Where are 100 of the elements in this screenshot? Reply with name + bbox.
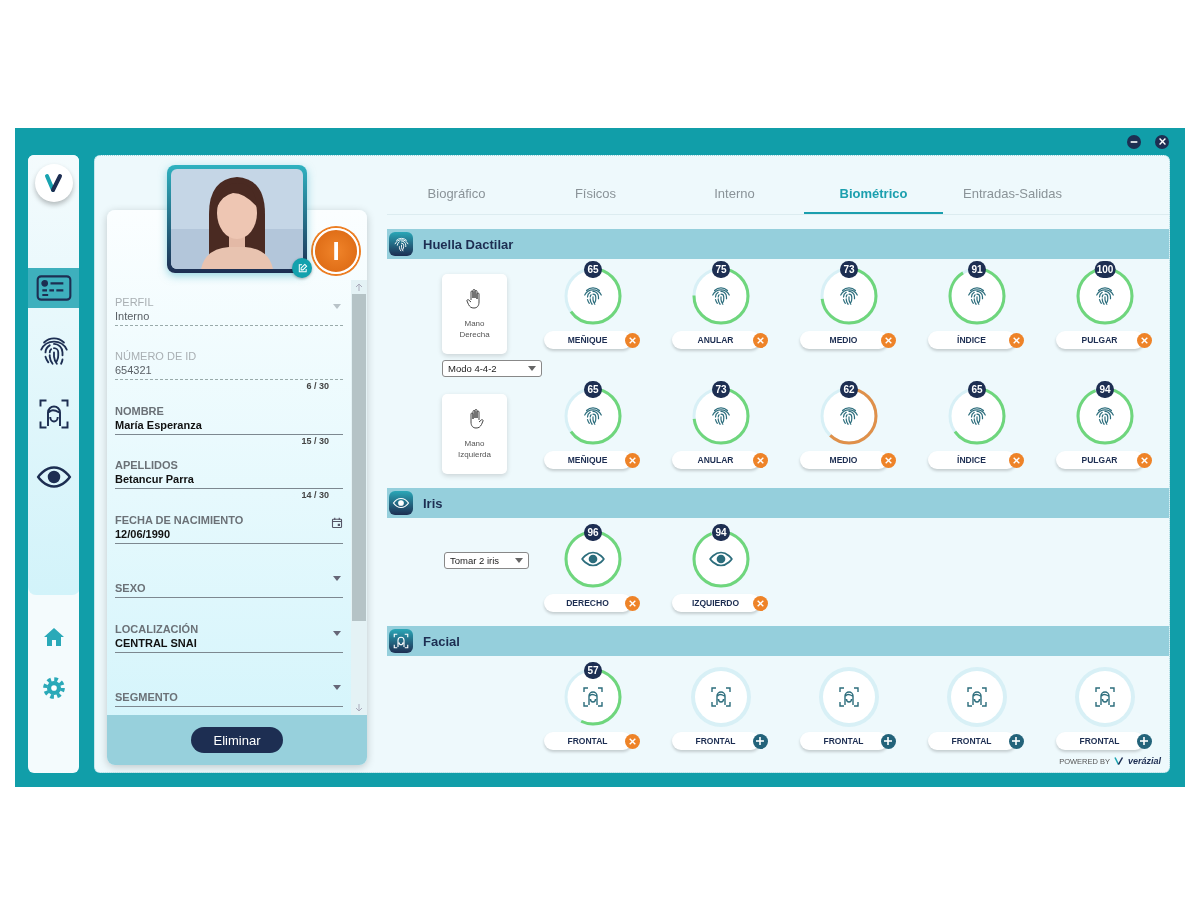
- iris-select[interactable]: Tomar 2 iris: [444, 551, 529, 569]
- close-icon: [628, 336, 636, 344]
- field-label: SEGMENTO: [115, 690, 179, 704]
- score-badge: 65: [584, 381, 602, 398]
- hand-card[interactable]: Mano Izquierda: [442, 394, 507, 474]
- fingerprint-icon: [838, 405, 860, 427]
- select-field[interactable]: SEXO: [115, 576, 343, 598]
- close-icon: [1140, 336, 1148, 344]
- score-badge: 65: [584, 261, 602, 278]
- close-icon: [756, 336, 764, 344]
- score-badge: 94: [1096, 381, 1114, 398]
- brand-logo-icon: [1112, 755, 1125, 767]
- select-field[interactable]: LOCALIZACIÓN CENTRAL SNAI: [115, 621, 343, 653]
- character-counter: 15 / 30: [301, 434, 329, 448]
- fingerprint-icon: [582, 405, 604, 427]
- character-counter: 6 / 30: [306, 380, 329, 393]
- score-badge: 73: [712, 381, 730, 398]
- close-icon: [756, 456, 764, 464]
- text-field[interactable]: APELLIDOS Betancur Parra: [115, 458, 343, 489]
- brand-name: verázial: [1127, 756, 1161, 766]
- fingerprint-icon: [710, 405, 732, 427]
- section-header: Facial: [387, 626, 1169, 656]
- score-badge: 65: [968, 381, 986, 398]
- character-counter: 14 / 30: [301, 489, 329, 502]
- field-label: PERFIL: [115, 294, 155, 309]
- field-value: Interno: [115, 308, 151, 323]
- score-badge: 62: [840, 381, 858, 398]
- fingerprint-icon: [1094, 285, 1116, 307]
- field-label: NOMBRE: [115, 403, 165, 418]
- section-header: Iris: [387, 488, 1169, 518]
- score-badge: 91: [968, 261, 986, 278]
- status-badge: I: [313, 228, 359, 274]
- close-icon: [1012, 336, 1020, 344]
- minimize-button[interactable]: [1127, 134, 1141, 149]
- field-value: María Esperanza: [115, 417, 203, 432]
- field-label: LOCALIZACIÓN: [115, 621, 200, 636]
- close-icon: [884, 336, 892, 344]
- score-badge: 73: [840, 261, 858, 278]
- delete-button[interactable]: Eliminar: [191, 727, 283, 753]
- face-scan-icon: [965, 685, 989, 709]
- face-scan-icon: [709, 685, 733, 709]
- field-label: NÚMERO DE ID: [115, 349, 198, 363]
- settings-icon: [40, 675, 67, 701]
- face-scan-icon: [1093, 685, 1117, 709]
- face-scan-icon: [837, 685, 861, 709]
- score-badge: 100: [1094, 261, 1116, 278]
- field-value: Betancur Parra: [115, 472, 195, 486]
- score-ring[interactable]: [1076, 267, 1134, 325]
- close-icon: [1140, 456, 1148, 464]
- text-field[interactable]: NOMBRE María Esperanza: [115, 403, 343, 435]
- caret-icon: [333, 303, 341, 309]
- eye-icon: [389, 491, 413, 515]
- score-ring[interactable]: [948, 267, 1006, 325]
- settings-button[interactable]: [40, 675, 67, 701]
- field-value: 12/06/1990: [115, 526, 172, 541]
- plus-icon: [884, 737, 892, 745]
- select-field[interactable]: SEGMENTO: [115, 685, 343, 707]
- close-icon: [628, 737, 636, 745]
- id-card-icon: [34, 274, 73, 302]
- field-value: 654321: [115, 363, 153, 377]
- fingerprint-icon: [582, 285, 604, 307]
- fingerprint-icon: [966, 285, 988, 307]
- hand-card[interactable]: Mano Derecha: [442, 274, 507, 354]
- close-button[interactable]: [1155, 134, 1169, 149]
- field-value: CENTRAL SNAI: [115, 635, 198, 650]
- plus-icon: [756, 737, 764, 745]
- caret-icon: [333, 685, 341, 690]
- fingerprint-icon: [710, 285, 732, 307]
- close-icon: [1158, 138, 1166, 145]
- close-icon: [756, 599, 764, 607]
- face-scan-icon: [389, 629, 413, 653]
- close-icon: [884, 456, 892, 464]
- fingerprint-icon: [389, 232, 413, 256]
- field-label: SEXO: [115, 581, 147, 595]
- score-ring[interactable]: [564, 530, 622, 588]
- face-scan-icon: [581, 685, 605, 709]
- pencil-icon: [296, 262, 308, 274]
- close-icon: [1012, 456, 1020, 464]
- caret-icon: [333, 630, 341, 636]
- section-header: Huella Dactilar: [387, 229, 1169, 259]
- score-badge: 94: [712, 524, 730, 541]
- fingerprint-icon: [838, 285, 860, 307]
- score-ring[interactable]: [692, 530, 750, 588]
- close-icon: [628, 456, 636, 464]
- score-ring[interactable]: [1076, 387, 1134, 445]
- score-badge: 75: [712, 261, 730, 278]
- fingerprint-icon: [966, 405, 988, 427]
- score-badge: 57: [584, 662, 602, 679]
- score-badge: 96: [584, 524, 602, 541]
- date-field[interactable]: FECHA DE NACIMIENTO 12/06/1990: [115, 512, 343, 544]
- mode-select[interactable]: Modo 4-4-2: [442, 360, 542, 377]
- caret-icon: [515, 557, 523, 563]
- caret-icon: [528, 366, 536, 371]
- field-label: FECHA DE NACIMIENTO: [115, 512, 245, 527]
- plus-icon: [1140, 737, 1148, 745]
- calendar-icon[interactable]: [331, 516, 343, 529]
- close-icon: [628, 599, 636, 607]
- plus-icon: [1012, 737, 1020, 745]
- id-card-nav-button[interactable]: [28, 268, 79, 308]
- caret-icon: [333, 576, 341, 581]
